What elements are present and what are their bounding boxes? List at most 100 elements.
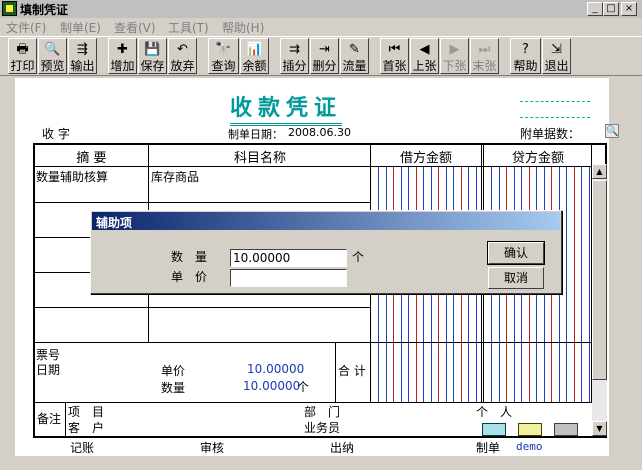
exit-icon: ⇲ bbox=[551, 42, 562, 57]
toolbar-discard-label: 放弃 bbox=[170, 59, 195, 73]
last-icon: ⏭ bbox=[478, 42, 491, 57]
voucher-title: 收款凭证 bbox=[230, 90, 343, 126]
print-icon: 🖶 bbox=[16, 42, 29, 57]
toolbar-delete-split-button[interactable]: ⇥ 删分 bbox=[310, 38, 339, 74]
query-icon: 🔭 bbox=[215, 42, 232, 57]
dialog-title-bar: 辅助项 bbox=[92, 212, 560, 230]
project-label: 项 目 bbox=[68, 405, 105, 419]
menu-help[interactable]: 帮助(H) bbox=[222, 19, 264, 36]
scroll-thumb[interactable] bbox=[592, 180, 607, 380]
attachments-label: 附单据数： bbox=[520, 127, 581, 141]
remark-icon-2[interactable] bbox=[518, 423, 542, 436]
toolbar-query-button[interactable]: 🔭 查询 bbox=[208, 38, 239, 74]
toolbar-export-button[interactable]: ⇶ 输出 bbox=[68, 38, 97, 74]
digit-separator bbox=[589, 167, 590, 403]
cashflow-icon: ✎ bbox=[349, 42, 360, 57]
menu-tools[interactable]: 工具(T) bbox=[168, 19, 209, 36]
maximize-button[interactable]: □ bbox=[603, 2, 619, 16]
title-bar bbox=[0, 0, 642, 18]
insert-split-icon: ⇉ bbox=[289, 42, 300, 57]
toolbar-last-button[interactable]: ⏭ 末张 bbox=[470, 38, 499, 74]
toolbar-add-button[interactable]: ✚ 增加 bbox=[108, 38, 137, 74]
toolbar-discard-button[interactable]: ↶ 放弃 bbox=[168, 38, 197, 74]
toolbar-exit-button[interactable]: ⇲ 退出 bbox=[542, 38, 571, 74]
dialog-unit-price-input[interactable] bbox=[230, 269, 347, 287]
grid-top-border bbox=[33, 143, 607, 145]
row-divider bbox=[35, 202, 371, 203]
toolbar-first-label: 首张 bbox=[382, 59, 407, 73]
minimize-button[interactable]: _ bbox=[587, 2, 603, 16]
quantity-unit: 个 bbox=[297, 380, 310, 394]
toolbar-previous-label: 上张 bbox=[412, 59, 437, 73]
balance-icon: 📊 bbox=[246, 42, 263, 57]
department-label: 部 门 bbox=[304, 405, 341, 419]
total-divider bbox=[335, 343, 336, 403]
entry-summary[interactable]: 数量辅助核算 bbox=[36, 168, 108, 185]
toolbar-help-label: 帮助 bbox=[513, 59, 538, 73]
dialog-quantity-unit: 个 bbox=[352, 250, 365, 264]
grid-left-border bbox=[33, 143, 35, 438]
maker-label: 制单 bbox=[476, 441, 501, 455]
close-button[interactable]: × bbox=[621, 2, 637, 16]
digit-separator bbox=[566, 167, 567, 403]
toolbar-export-label: 输出 bbox=[70, 59, 95, 73]
delete-split-icon: ⇥ bbox=[319, 42, 330, 57]
scroll-down-button[interactable]: ▼ bbox=[592, 421, 607, 436]
voucher-date[interactable]: 2008.06.30 bbox=[288, 126, 351, 139]
header-account: 科目名称 bbox=[233, 151, 286, 166]
auxiliary-dialog: 辅助项 数 量 10.00000 个 单 价 确认 取消 bbox=[90, 210, 562, 294]
toolbar-preview-button[interactable]: 🔍 预览 bbox=[38, 38, 67, 74]
menu-view[interactable]: 查看(V) bbox=[114, 19, 156, 36]
grid-bottom-border bbox=[33, 436, 607, 438]
toolbar-print-label: 打印 bbox=[10, 59, 35, 73]
dialog-cancel-button[interactable]: 取消 bbox=[488, 267, 544, 289]
preview-icon: 🔍 bbox=[44, 42, 61, 57]
toolbar-balance-label: 余额 bbox=[242, 59, 267, 73]
export-icon: ⇶ bbox=[77, 42, 88, 57]
dialog-title: 辅助项 bbox=[96, 216, 133, 230]
save-icon: 💾 bbox=[144, 42, 161, 57]
dialog-quantity-input[interactable]: 10.00000 bbox=[230, 249, 347, 267]
remark-icon-1[interactable] bbox=[482, 423, 506, 436]
dialog-ok-button[interactable]: 确认 bbox=[487, 241, 545, 265]
row-divider bbox=[35, 342, 605, 343]
remark-icon-3[interactable] bbox=[554, 423, 578, 436]
menu-file[interactable]: 文件(F) bbox=[6, 19, 46, 36]
row-divider bbox=[35, 307, 371, 308]
toolbar-print-button[interactable]: 🖶 打印 bbox=[8, 38, 37, 74]
remarks-label: 备注 bbox=[37, 412, 62, 426]
customer-label: 客 户 bbox=[68, 421, 105, 435]
header-debit: 借方金额 bbox=[399, 151, 452, 166]
voucher-number-line bbox=[520, 101, 590, 102]
toolbar-next-label: 下张 bbox=[442, 59, 467, 73]
toolbar-balance-button[interactable]: 📊 余额 bbox=[240, 38, 269, 74]
toolbar-cashflow-button[interactable]: ✎ 流量 bbox=[340, 38, 369, 74]
toolbar-insert-split-button[interactable]: ⇉ 插分 bbox=[280, 38, 309, 74]
toolbar-insert-split-label: 插分 bbox=[282, 59, 307, 73]
entry-account[interactable]: 库存商品 bbox=[151, 168, 199, 185]
digit-separator bbox=[574, 167, 575, 403]
menu-voucher[interactable]: 制单(E) bbox=[60, 19, 101, 36]
date-label: 制单日期： bbox=[228, 128, 283, 141]
toolbar-first-button[interactable]: ⏮ 首张 bbox=[380, 38, 409, 74]
toolbar-preview-label: 预览 bbox=[40, 59, 65, 73]
next-icon: ▶ bbox=[449, 42, 460, 57]
scroll-up-button[interactable]: ▲ bbox=[592, 164, 607, 179]
lookup-icon[interactable]: 🔍 bbox=[605, 124, 619, 138]
unit-price-label: 单价 bbox=[161, 364, 186, 378]
maker-name: demo bbox=[516, 440, 543, 453]
toolbar-previous-button[interactable]: ◀ 上张 bbox=[410, 38, 439, 74]
discard-icon: ↶ bbox=[177, 42, 188, 57]
toolbar-help-button[interactable]: ? 帮助 bbox=[510, 38, 541, 74]
toolbar-save-button[interactable]: 💾 保存 bbox=[138, 38, 167, 74]
toolbar-next-button[interactable]: ▶ 下张 bbox=[440, 38, 469, 74]
digit-separator bbox=[581, 167, 582, 403]
add-icon: ✚ bbox=[117, 42, 128, 57]
help-icon: ? bbox=[522, 42, 529, 57]
header-divider bbox=[35, 166, 605, 167]
quantity-value: 10.00000 bbox=[243, 379, 301, 393]
previous-icon: ◀ bbox=[419, 42, 430, 57]
toolbar-last-label: 末张 bbox=[472, 59, 497, 73]
dialog-quantity-label: 数 量 bbox=[171, 250, 208, 264]
reviewed-label: 审核 bbox=[200, 441, 225, 455]
